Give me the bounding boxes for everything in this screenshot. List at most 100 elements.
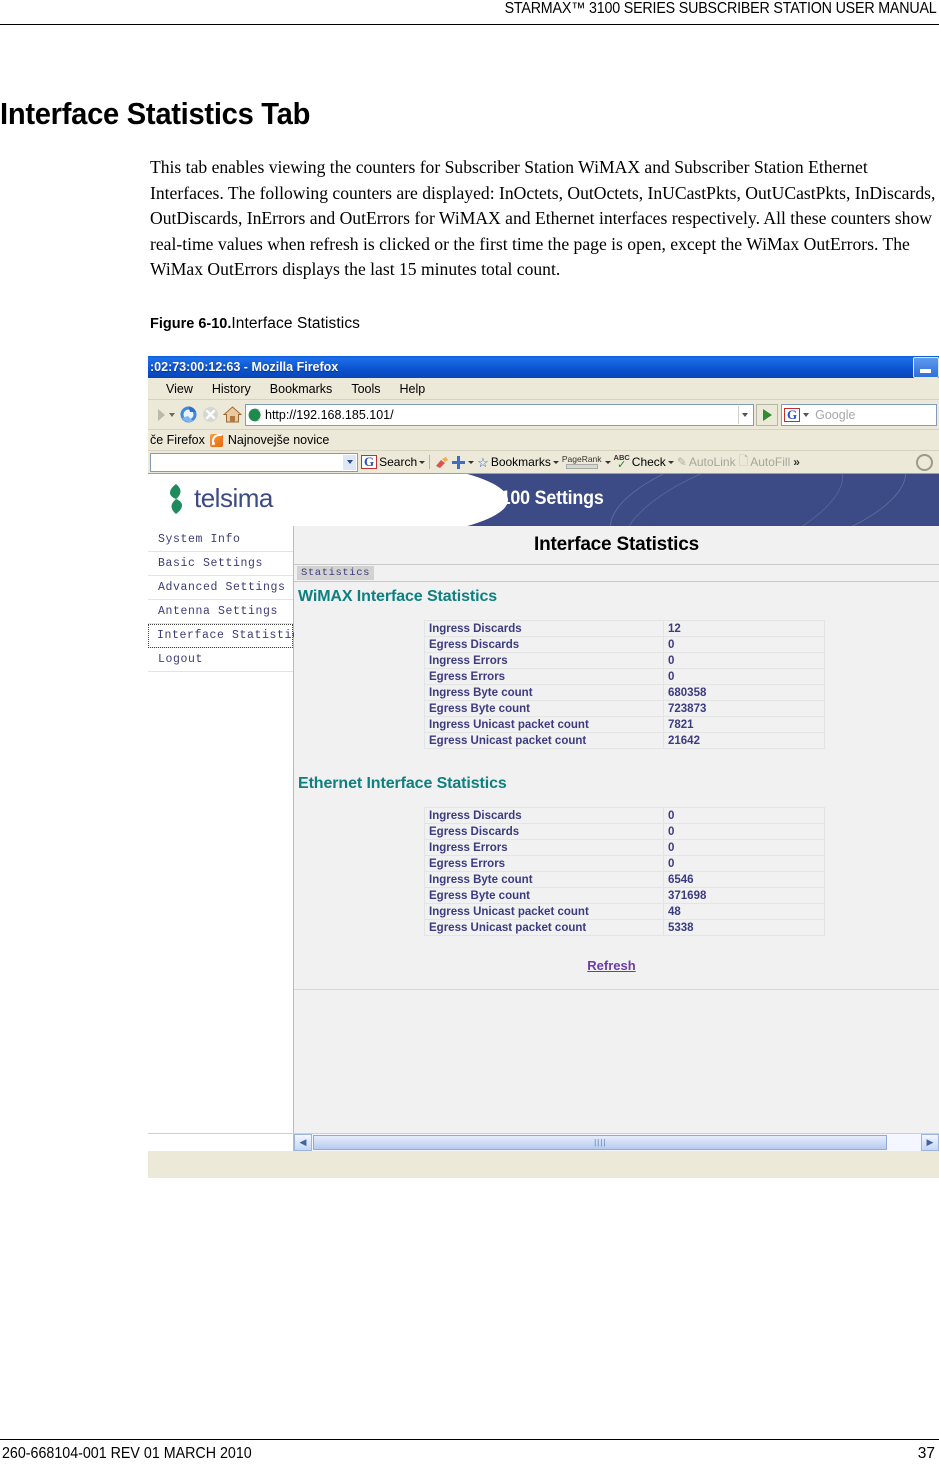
table-row: Ingress Errors 0 — [424, 839, 825, 856]
wimax-section-heading: WiMAX Interface Statistics — [298, 588, 498, 605]
plus-icon[interactable] — [452, 455, 466, 469]
row-label: Egress Unicast packet count — [424, 732, 664, 749]
browser-screenshot: :02:73:00:12:63 - Mozilla Firefox View H… — [148, 356, 939, 1178]
row-label: Egress Unicast packet count — [424, 919, 664, 936]
pagerank-bar — [565, 464, 598, 469]
url-bar[interactable]: http://192.168.185.101/ — [245, 403, 754, 426]
scroll-left-icon[interactable]: ◀ — [294, 1134, 312, 1151]
minimize-button[interactable] — [913, 357, 939, 378]
table-row: Egress Discards 0 — [424, 636, 825, 653]
sidebar-item-logout[interactable]: Logout — [148, 648, 293, 672]
reload-icon[interactable] — [177, 404, 199, 426]
toolbar-settings-icon[interactable] — [916, 453, 933, 471]
google-autofill-label: AutoFill — [750, 455, 791, 469]
tab-statistics[interactable]: Statistics — [297, 566, 375, 580]
body-paragraph: This tab enables viewing the counters fo… — [150, 157, 936, 279]
table-row: Egress Discards 0 — [424, 823, 825, 840]
row-label: Ingress Discards — [424, 620, 664, 637]
menu-view[interactable]: View — [166, 382, 193, 396]
menu-bar: View History Bookmarks Tools Help — [148, 378, 939, 400]
google-highlight-button[interactable] — [434, 456, 449, 469]
row-label: Egress Discards — [424, 636, 664, 653]
chevron-down-icon[interactable] — [552, 460, 559, 464]
pagerank-icon[interactable]: PageRank — [562, 455, 602, 469]
scroll-right-icon[interactable]: ▶ — [921, 1134, 939, 1151]
google-bookmarks-button[interactable]: ☆ Bookmarks — [477, 455, 559, 469]
url-text[interactable]: http://192.168.185.101/ — [265, 408, 738, 422]
google-check-label: Check — [631, 455, 666, 469]
scrollbar-thumb[interactable]: |||| — [313, 1135, 888, 1150]
google-g-icon: G — [361, 455, 378, 469]
chevron-down-icon[interactable] — [468, 460, 475, 464]
row-label: Ingress Errors — [424, 652, 664, 669]
form-icon: 🗋 — [738, 453, 749, 468]
toolbar-overflow-icon[interactable]: » — [793, 455, 800, 469]
row-value: 12 — [663, 620, 825, 637]
sidebar-item-interface-statistics[interactable]: Interface Statistics — [148, 624, 306, 648]
site-favicon — [248, 408, 262, 422]
horizontal-scrollbar[interactable]: ◀ |||| ▶ — [294, 1134, 939, 1151]
manual-running-head: STARMAX™ 3100 SERIES SUBSCRIBER STATION … — [0, 0, 939, 24]
row-label: Ingress Unicast packet count — [424, 903, 664, 920]
table-row: Egress Errors 0 — [424, 855, 825, 872]
row-value: 0 — [663, 652, 825, 669]
row-value: 723873 — [663, 700, 825, 717]
refresh-wrapper: Refresh — [294, 958, 939, 973]
sidebar-item-basic-settings[interactable]: Basic Settings — [148, 552, 293, 576]
bookmark-item-latest-news[interactable]: Najnovejše novice — [228, 433, 329, 447]
navigation-toolbar: http://192.168.185.101/ G Google — [148, 400, 939, 430]
row-value: 21642 — [663, 732, 825, 749]
google-search-history-chevron-icon[interactable] — [343, 454, 356, 470]
sidebar-item-system-info[interactable]: System Info — [148, 528, 293, 552]
table-row: Ingress Byte count 680358 — [424, 684, 825, 701]
row-value: 0 — [663, 823, 825, 840]
menu-bookmarks[interactable]: Bookmarks — [270, 382, 333, 396]
chevron-down-icon[interactable] — [667, 460, 674, 464]
home-icon[interactable] — [221, 404, 243, 426]
google-search-button[interactable]: G Search — [361, 455, 426, 469]
menu-help[interactable]: Help — [400, 382, 426, 396]
google-autolink-button[interactable]: ✎ AutoLink — [677, 455, 736, 469]
scrollbar-track[interactable]: |||| — [312, 1134, 921, 1151]
google-search-label: Search — [379, 455, 418, 469]
chevron-down-icon[interactable] — [169, 412, 175, 417]
sidebar-item-advanced-settings[interactable]: Advanced Settings — [148, 576, 293, 600]
row-label: Ingress Unicast packet count — [424, 716, 664, 733]
page-body: System Info Basic Settings Advanced Sett… — [148, 526, 939, 1151]
search-input[interactable]: Google — [815, 408, 855, 422]
row-value: 48 — [663, 903, 825, 920]
star-icon: ☆ — [477, 454, 489, 470]
google-g-icon: G — [784, 407, 801, 422]
go-button[interactable] — [756, 403, 778, 426]
row-label: Egress Errors — [424, 855, 664, 872]
google-toolbar-search-input[interactable] — [150, 452, 358, 472]
menu-tools[interactable]: Tools — [351, 382, 380, 396]
figure-caption: Figure 6-10.Interface Statistics — [150, 315, 360, 333]
menu-history[interactable]: History — [212, 382, 251, 396]
content-area: Interface Statistics Statistics WiMAX In… — [294, 526, 939, 1151]
window-controls — [913, 357, 939, 378]
brand-logo[interactable]: telsima — [166, 483, 273, 514]
search-engine-chevron-icon[interactable] — [803, 412, 810, 417]
url-dropdown-icon[interactable] — [738, 405, 751, 424]
google-autofill-button[interactable]: 🗋 AutoFill — [739, 452, 791, 473]
sidebar-item-antenna-settings[interactable]: Antenna Settings — [148, 600, 293, 624]
chevron-down-icon[interactable] — [419, 460, 426, 464]
bookmarks-toolbar: če Firefox Najnovejše novice — [148, 430, 939, 451]
row-label: Ingress Errors — [424, 839, 664, 856]
manual-footer: 260-668104-001 REV 01 MARCH 2010 37 — [0, 1445, 939, 1473]
content-page-title: Interface Statistics — [534, 534, 699, 555]
chevron-down-icon[interactable] — [604, 460, 611, 464]
row-label: Ingress Discards — [424, 807, 664, 824]
google-spellcheck-button[interactable]: ABC ✓ Check — [614, 454, 674, 471]
ethernet-statistics-table: Ingress Discards 0 Egress Discards 0 Ing… — [424, 807, 825, 936]
bookmark-item-firefox[interactable]: če Firefox — [150, 433, 205, 447]
browser-titlebar: :02:73:00:12:63 - Mozilla Firefox — [148, 356, 939, 378]
row-value: 6546 — [663, 871, 825, 888]
scrollbar-grip-icon: |||| — [594, 1138, 607, 1147]
stop-icon[interactable] — [199, 404, 221, 426]
refresh-link[interactable]: Refresh — [587, 958, 635, 973]
row-value: 0 — [663, 636, 825, 653]
pencil-icon: ✎ — [676, 455, 687, 469]
search-bar[interactable]: G Google — [781, 403, 937, 426]
